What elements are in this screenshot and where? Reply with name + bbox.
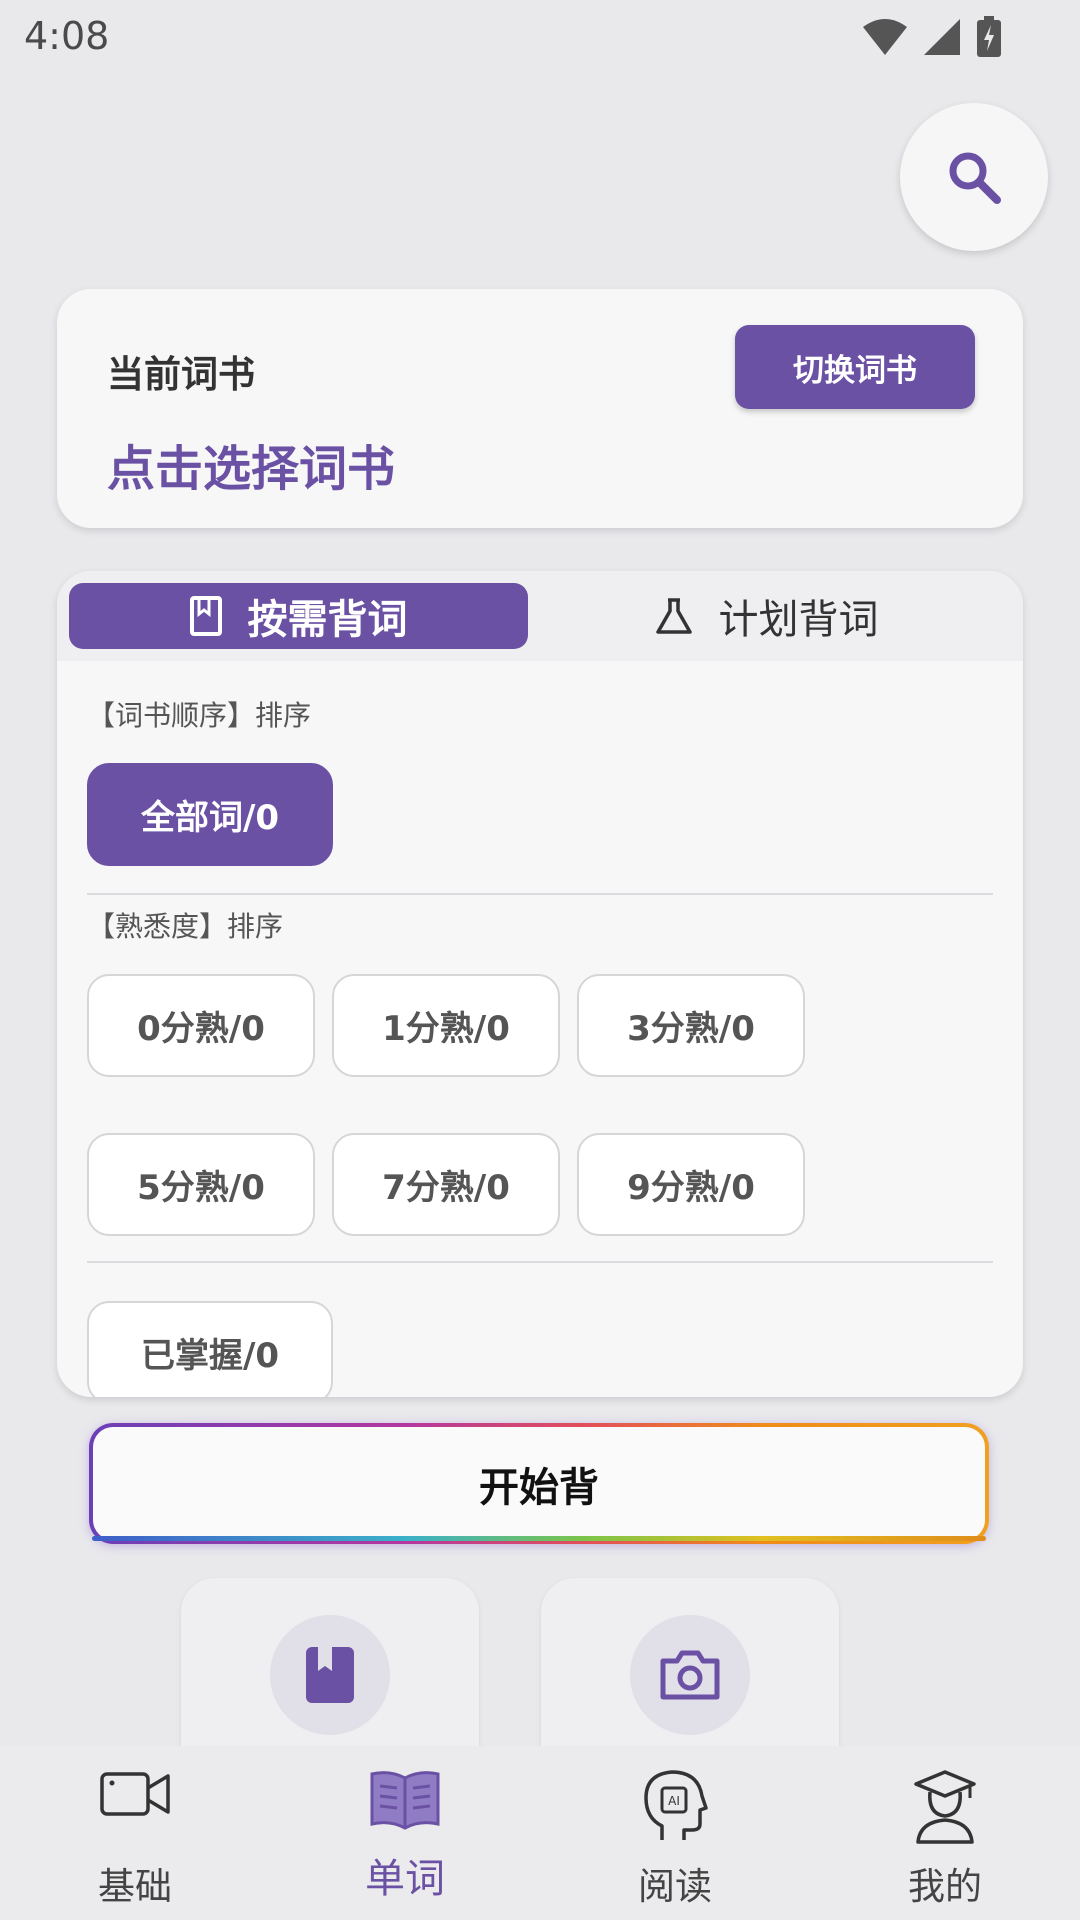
tool-circle: [630, 1615, 750, 1735]
search-icon: [949, 152, 1001, 204]
nav-item-mine[interactable]: 我的: [810, 1746, 1080, 1920]
current-book-card: 当前词书 点击选择词书 切换词书: [57, 289, 1023, 528]
divider: [87, 1261, 993, 1263]
current-book-label: 当前词书: [107, 353, 255, 396]
start-button-frame: 开始背: [89, 1423, 989, 1544]
tool-circle: [270, 1615, 390, 1735]
svg-text:AI: AI: [668, 1794, 680, 1808]
mode-tabs: 按需背词 计划背词: [57, 571, 1023, 661]
select-book-link[interactable]: 点击选择词书: [107, 429, 395, 499]
camera-icon: [660, 1650, 720, 1700]
nav-label-mine: 我的: [908, 1865, 982, 1908]
order-section-title: 【词书顺序】排序: [87, 699, 312, 732]
flask-icon: [655, 598, 692, 634]
ai-head-icon: AI: [644, 1770, 708, 1840]
switch-book-button[interactable]: 切换词书: [735, 325, 975, 409]
book-icon: [189, 596, 222, 636]
familiarity-chip-3[interactable]: 3分熟/0: [577, 974, 805, 1077]
familiarity-section-title: 【熟悉度】排序: [87, 910, 284, 943]
video-camera-icon: [100, 1772, 170, 1816]
nav-item-basics[interactable]: 基础: [0, 1746, 270, 1920]
familiarity-chip-9[interactable]: 9分熟/0: [577, 1133, 805, 1236]
tab-planned[interactable]: 计划背词: [537, 583, 996, 649]
open-book-icon: [370, 1771, 440, 1830]
familiarity-chip-5[interactable]: 5分熟/0: [87, 1133, 315, 1236]
tab-on-demand[interactable]: 按需背词: [69, 583, 528, 649]
bookmark-book-icon: [306, 1647, 354, 1703]
graduate-user-icon: [914, 1770, 976, 1844]
wifi-icon: [863, 19, 907, 55]
bottom-nav: 基础 单词 AI 阅读 我的: [0, 1746, 1080, 1920]
status-bar: 4:08: [0, 0, 1080, 72]
nav-label-words: 单词: [365, 1856, 445, 1902]
start-button[interactable]: 开始背: [93, 1427, 985, 1540]
status-time: 4:08: [24, 14, 110, 58]
tab-planned-label: 计划背词: [718, 597, 879, 643]
familiarity-chip-7[interactable]: 7分熟/0: [332, 1133, 560, 1236]
signal-icon: [924, 19, 960, 55]
divider: [87, 893, 993, 895]
tab-on-demand-label: 按需背词: [247, 597, 408, 643]
search-button[interactable]: [900, 103, 1048, 251]
mastered-chip[interactable]: 已掌握/0: [87, 1301, 333, 1397]
all-words-chip[interactable]: 全部词/0: [87, 763, 333, 866]
study-mode-card: 按需背词 计划背词 【词书顺序】排序 全部词/0 【熟悉度】排序 0分熟/0 1…: [57, 571, 1023, 1397]
status-icons: [862, 16, 1002, 58]
familiarity-chip-1[interactable]: 1分熟/0: [332, 974, 560, 1077]
nav-label-basics: 基础: [98, 1865, 172, 1908]
start-button-underline: [92, 1536, 986, 1541]
battery-icon: [977, 16, 1001, 57]
nav-label-reading: 阅读: [638, 1865, 712, 1908]
familiarity-chip-0[interactable]: 0分熟/0: [87, 974, 315, 1077]
nav-item-words[interactable]: 单词: [270, 1746, 540, 1920]
nav-item-reading[interactable]: AI 阅读: [540, 1746, 810, 1920]
